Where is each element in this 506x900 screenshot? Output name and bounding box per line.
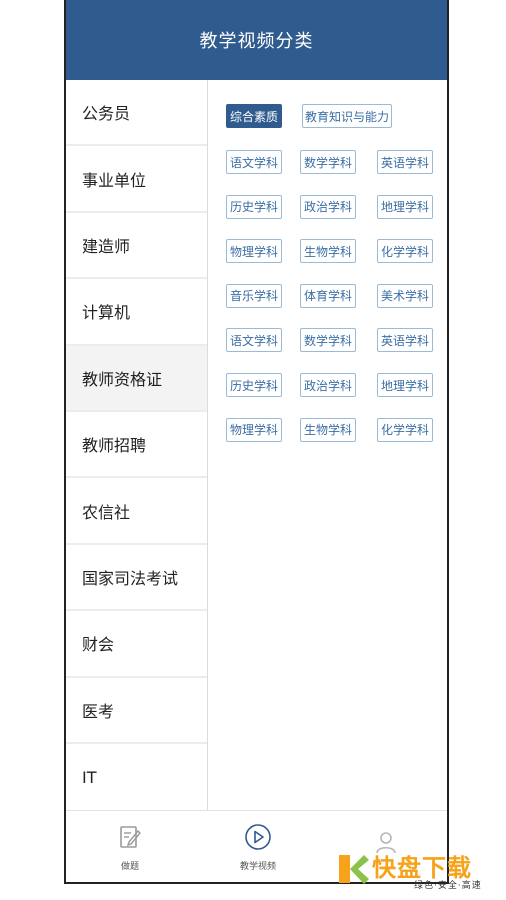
sidebar-item-label: 事业单位: [82, 170, 147, 190]
subject-chip[interactable]: 语文学科: [226, 150, 282, 174]
subject-chip-label: 历史学科: [229, 200, 278, 215]
k-logo-icon: [339, 855, 369, 884]
subject-chip[interactable]: 地理学科: [377, 373, 433, 397]
subject-chip[interactable]: 化学学科: [377, 239, 433, 264]
page-title: 教学视频分类: [199, 31, 314, 52]
sidebar-item-constructor[interactable]: 建造师: [66, 213, 207, 280]
subject-chip-label: 音乐学科: [229, 289, 278, 304]
subject-chip-label: 政治学科: [303, 378, 352, 393]
sidebar-item-public-institution[interactable]: 事业单位: [66, 146, 207, 213]
tab-education-knowledge[interactable]: 教育知识与能力: [302, 104, 392, 128]
sidebar-item-label: 国家司法考试: [82, 568, 179, 588]
subject-chip[interactable]: 生物学科: [300, 239, 356, 264]
subject-chip-label: 物理学科: [229, 244, 278, 259]
subject-chip-label: 语文学科: [229, 333, 278, 348]
subject-chip-label: 地理学科: [380, 200, 429, 215]
tab-comprehensive-quality[interactable]: 综合素质: [226, 104, 282, 128]
subject-chip-label: 地理学科: [380, 378, 429, 393]
subject-chip[interactable]: 政治学科: [300, 194, 356, 219]
subject-chip[interactable]: 音乐学科: [226, 283, 282, 308]
sidebar: 公务员 事业单位 建造师 计算机 教师资格证 教师招聘 农信社 国家司法考试 财…: [66, 80, 208, 810]
subject-chip-label: 数学学科: [303, 155, 352, 170]
sidebar-item-civil-servant[interactable]: 公务员: [66, 80, 207, 147]
tab-label: 教学视频: [239, 861, 276, 872]
subject-chip-label: 政治学科: [303, 200, 352, 215]
subject-chip[interactable]: 体育学科: [300, 283, 356, 308]
header: 教学视频分类: [66, 0, 447, 80]
sidebar-item-accounting[interactable]: 财会: [66, 611, 207, 678]
subject-chip-label: 数学学科: [303, 333, 352, 348]
subject-chip[interactable]: 物理学科: [226, 239, 282, 264]
subject-chip[interactable]: 物理学科: [226, 417, 282, 442]
sidebar-item-label: IT: [82, 767, 97, 787]
subject-chip[interactable]: 生物学科: [300, 417, 356, 442]
sidebar-item-label: 财会: [82, 635, 115, 655]
sidebar-item-label: 计算机: [82, 303, 131, 323]
subject-chip[interactable]: 历史学科: [226, 194, 282, 219]
watermark-tagline: 绿色·安全·高速: [414, 881, 482, 891]
sidebar-item-label: 教师招聘: [82, 436, 147, 456]
edit-note-icon: [120, 825, 141, 848]
sidebar-item-label: 农信社: [82, 502, 131, 522]
subject-chip[interactable]: 政治学科: [300, 373, 356, 397]
subject-chip[interactable]: 数学学科: [300, 150, 356, 174]
sidebar-item-judicial-exam[interactable]: 国家司法考试: [66, 545, 207, 612]
subject-chip-label: 语文学科: [229, 155, 278, 170]
sidebar-item-computer[interactable]: 计算机: [66, 279, 207, 346]
sidebar-item-teacher-cert[interactable]: 教师资格证: [66, 345, 207, 412]
tab-label: 做题: [120, 861, 139, 872]
content-panel: 综合素质 教育知识与能力 语文学科 数学学科 英语学科 历史学科 政治学科 地理学科 物理学…: [208, 80, 447, 810]
tab-label: 教育知识与能力: [304, 109, 389, 124]
subject-chip[interactable]: 地理学科: [377, 194, 433, 219]
subject-chip-label: 英语学科: [380, 155, 429, 170]
subject-chip[interactable]: 数学学科: [300, 328, 356, 353]
subject-chip[interactable]: 英语学科: [377, 328, 433, 353]
subject-chip-label: 化学学科: [380, 423, 429, 438]
sidebar-item-label: 医考: [82, 701, 115, 721]
play-circle-icon: [245, 823, 271, 850]
sidebar-item-rural-credit[interactable]: 农信社: [66, 478, 207, 545]
tab-teaching-video[interactable]: 教学视频: [194, 811, 322, 882]
watermark-logo: 快盘下载 绿色·安全·高速: [336, 846, 504, 894]
tab-label: 综合素质: [229, 109, 278, 124]
subject-chip-label: 美术学科: [380, 289, 429, 304]
sidebar-item-label: 公务员: [82, 104, 131, 124]
subject-chip[interactable]: 美术学科: [377, 283, 433, 308]
sidebar-item-it[interactable]: IT: [66, 744, 207, 810]
subject-chip-label: 化学学科: [380, 244, 429, 259]
sidebar-item-label: 教师资格证: [82, 369, 163, 389]
subject-chip-label: 体育学科: [303, 289, 352, 304]
sidebar-item-label: 建造师: [82, 236, 131, 256]
sidebar-item-medical-exam[interactable]: 医考: [66, 678, 207, 744]
phone-frame: 教学视频分类 公务员 事业单位 建造师 计算机 教师资格证 教师招聘 农信社 国…: [64, 0, 449, 884]
sidebar-item-teacher-recruit[interactable]: 教师招聘: [66, 412, 207, 479]
subject-chip-label: 英语学科: [380, 333, 429, 348]
subject-chip[interactable]: 化学学科: [377, 417, 433, 442]
subject-chip-label: 物理学科: [229, 423, 278, 438]
tab-practice[interactable]: 做题: [66, 811, 194, 882]
subject-chip-label: 生物学科: [303, 423, 352, 438]
subject-chip[interactable]: 历史学科: [226, 373, 282, 397]
subject-chip-label: 生物学科: [303, 244, 352, 259]
subject-chip-label: 历史学科: [229, 378, 278, 393]
subject-chip[interactable]: 语文学科: [226, 328, 282, 353]
subject-chip[interactable]: 英语学科: [377, 150, 433, 174]
